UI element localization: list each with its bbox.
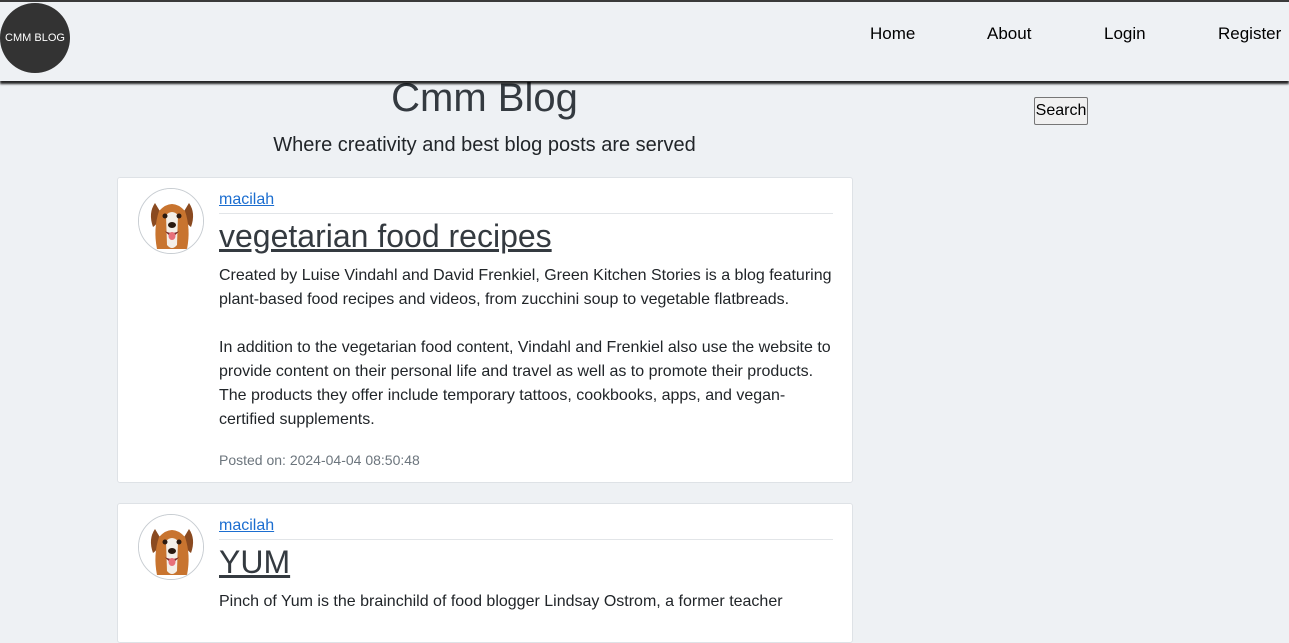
nav-link-about[interactable]: About	[987, 24, 1031, 44]
site-logo[interactable]: CMM BLOG	[0, 3, 70, 73]
post-title-link[interactable]: YUM	[219, 544, 290, 581]
post-card: macilah YUM Pinch of Yum is the brainchi…	[117, 503, 853, 643]
post-body: Created by Luise Vindahl and David Frenk…	[219, 264, 839, 456]
post-author-link[interactable]: macilah	[219, 517, 274, 535]
author-divider	[219, 539, 833, 540]
nav-link-login[interactable]: Login	[1104, 24, 1146, 44]
post-paragraph: Pinch of Yum is the brainchild of food b…	[219, 593, 783, 610]
post-timestamp: Posted on: 2024-04-04 08:50:48	[219, 452, 420, 468]
dog-avatar-icon	[138, 514, 204, 580]
nav-link-register[interactable]: Register	[1218, 24, 1281, 44]
post-title-link[interactable]: vegetarian food recipes	[219, 218, 552, 255]
post-card: macilah vegetarian food recipes Created …	[117, 177, 853, 483]
post-paragraph: Created by Luise Vindahl and David Frenk…	[219, 267, 832, 308]
top-navbar: CMM BLOG Home About Login Register	[0, 0, 1289, 81]
nav-link-home[interactable]: Home	[870, 24, 915, 44]
logo-text: CMM BLOG	[5, 32, 65, 44]
page-title: Cmm Blog	[391, 76, 578, 120]
post-paragraph: In addition to the vegetarian food conte…	[219, 339, 831, 428]
dog-avatar-icon	[138, 188, 204, 254]
page-tagline: Where creativity and best blog posts are…	[273, 134, 696, 156]
post-body: Pinch of Yum is the brainchild of food b…	[219, 590, 839, 638]
author-divider	[219, 213, 833, 214]
search-button[interactable]: Search	[1034, 97, 1088, 125]
post-author-link[interactable]: macilah	[219, 191, 274, 209]
